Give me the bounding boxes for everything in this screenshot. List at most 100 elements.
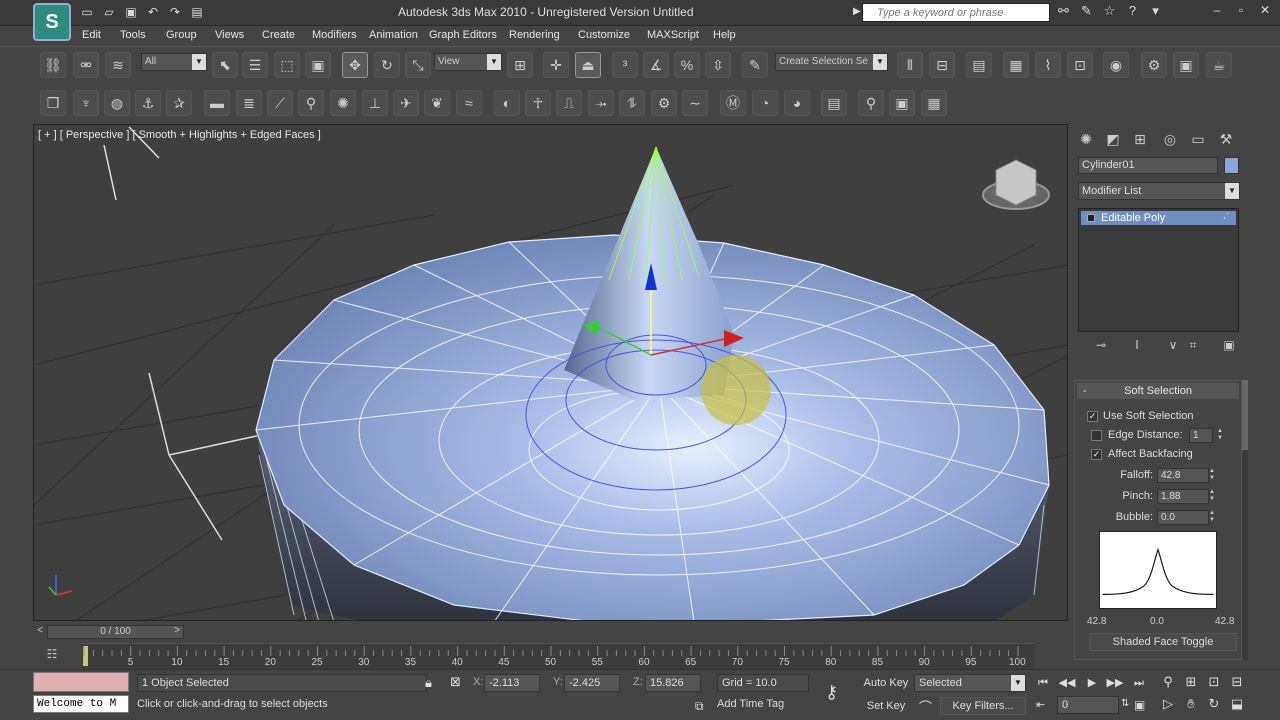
time-next-icon[interactable]: >	[170, 625, 184, 639]
keyboard-shortcut-override-icon[interactable]: ⏏	[575, 52, 601, 78]
redo-icon[interactable]: ↷	[166, 4, 184, 20]
reference-coordinate-dropdown[interactable]: View ▼	[434, 53, 502, 71]
point-point-icon[interactable]: ⤞	[588, 90, 614, 116]
bubble-field[interactable]: 0.0	[1157, 510, 1209, 525]
edge-distance-field[interactable]: 1	[1189, 428, 1213, 443]
property-editor-icon[interactable]: ▤	[821, 90, 847, 116]
zoom-all-icon[interactable]: ⊞	[1180, 672, 1202, 692]
object-color-swatch[interactable]	[1224, 157, 1239, 174]
y-coordinate-field[interactable]: -2.425	[564, 674, 620, 692]
falloff-field[interactable]: 42.8	[1157, 468, 1209, 483]
go-to-start-icon[interactable]: ⏮	[1033, 674, 1053, 692]
time-slider-thumb[interactable]: 0 / 100	[47, 625, 184, 639]
toy-car-icon[interactable]: ⊥	[362, 90, 388, 116]
softbody-collection-icon[interactable]: ◍	[104, 90, 130, 116]
edge-distance-spinner[interactable]: ▲ ▼	[1215, 428, 1225, 443]
select-by-name-icon[interactable]: ☰	[242, 52, 268, 78]
menu-views[interactable]: Views	[215, 29, 244, 41]
search-expand-icon[interactable]: ▶	[853, 6, 861, 17]
default-tangent-icon[interactable]: ⌒	[919, 697, 932, 716]
add-time-tag-button[interactable]: Add Time Tag	[717, 698, 784, 710]
hierarchy-tab-icon[interactable]: ⊞	[1128, 128, 1152, 150]
app-logo-button[interactable]: S	[33, 3, 71, 41]
selection-filter-dropdown[interactable]: All ▼	[141, 53, 207, 71]
binoculars-icon[interactable]: ⚯	[1054, 3, 1073, 21]
viewport-label[interactable]: [ + ] [ Perspective ] [ Smooth + Highlig…	[38, 129, 321, 141]
layer-manager-icon[interactable]: ▤	[966, 52, 992, 78]
dashpot-icon[interactable]: ⟋	[267, 90, 293, 116]
play-icon[interactable]: ▶	[1082, 674, 1102, 692]
motion-tab-icon[interactable]: ◎	[1158, 128, 1182, 150]
fracture-modifier-icon[interactable]: Ⓜ	[720, 90, 746, 116]
spring-icon[interactable]: ≣	[236, 90, 262, 116]
car-wheel-icon[interactable]: ⚙	[651, 90, 677, 116]
preview-animation-icon[interactable]: ◕	[784, 90, 810, 116]
point-path-icon[interactable]: ∼	[682, 90, 708, 116]
select-manipulate-icon[interactable]: ✛	[543, 52, 569, 78]
spinner-snap-icon[interactable]: ⇳	[705, 52, 731, 78]
key-mode-icon[interactable]: ⇤	[1036, 698, 1045, 711]
menu-rendering[interactable]: Rendering	[509, 29, 560, 41]
current-frame-field[interactable]: 0	[1057, 696, 1119, 714]
zoom-icon[interactable]: ⚲	[1157, 672, 1179, 692]
search-input[interactable]	[863, 4, 1049, 21]
scrollbar-thumb[interactable]	[1242, 380, 1248, 450]
close-icon[interactable]: ✕	[1256, 3, 1274, 19]
maxscript-listener-mini[interactable]	[33, 672, 129, 692]
rotate-icon[interactable]: ↻	[374, 52, 400, 78]
menu-create[interactable]: Create	[262, 29, 295, 41]
schematic-view-icon[interactable]: ⊡	[1067, 52, 1093, 78]
water-wave-icon[interactable]: ≈	[456, 90, 482, 116]
falloff-spinner[interactable]: ▲ ▼	[1207, 468, 1217, 483]
time-configuration-icon[interactable]: ▣	[1134, 698, 1145, 712]
menu-tools[interactable]: Tools	[120, 29, 146, 41]
dropdown-icon[interactable]: ▾	[1146, 3, 1165, 21]
render-setup-icon[interactable]: ⚙	[1141, 52, 1167, 78]
graphite-ribbon-icon[interactable]: ▦	[1003, 52, 1029, 78]
prismatic-icon[interactable]: ⥮	[619, 90, 645, 116]
rollout-header[interactable]: - Soft Selection	[1077, 383, 1239, 399]
minimize-icon[interactable]: –	[1208, 3, 1226, 19]
pan-icon[interactable]: ✋︎	[1180, 694, 1202, 714]
window-crossing-icon[interactable]: ▣	[305, 52, 331, 78]
named-selection-dropdown[interactable]: Create Selection Se ▼	[775, 53, 888, 71]
edit-named-selection-icon[interactable]: ✎	[742, 52, 768, 78]
curve-editor-mini-icon[interactable]: ☷	[42, 647, 62, 665]
new-icon[interactable]: ▭	[78, 4, 96, 20]
scale-icon[interactable]: ⤡	[405, 52, 431, 78]
key-filters-button[interactable]: Key Filters...	[940, 697, 1026, 715]
snaps-toggle-icon[interactable]: ³	[612, 52, 638, 78]
project-icon[interactable]: ▤	[188, 4, 206, 20]
shaded-face-toggle-button[interactable]: Shaded Face Toggle	[1089, 633, 1237, 651]
remove-modifier-icon[interactable]: ⌗	[1184, 338, 1202, 356]
command-panel-scrollbar[interactable]	[1242, 380, 1248, 660]
orbit-icon[interactable]: ↻	[1203, 694, 1225, 714]
create-animation-icon[interactable]: ▣	[889, 90, 915, 116]
auto-key-button[interactable]: Auto Key	[861, 674, 911, 692]
menu-group[interactable]: Group	[166, 29, 197, 41]
star-icon[interactable]: ☆	[1100, 3, 1119, 21]
menu-help[interactable]: Help	[713, 29, 736, 41]
key-selection-dropdown[interactable]: Selected ▼	[914, 674, 1026, 692]
open-icon[interactable]: ▱	[100, 4, 118, 20]
help-icon[interactable]: ?	[1123, 3, 1142, 21]
make-unique-icon[interactable]: ∨	[1164, 338, 1182, 356]
maximize-icon[interactable]: ▫	[1232, 3, 1250, 19]
plane-icon[interactable]: ▬	[204, 90, 230, 116]
maximize-viewport-icon[interactable]: ⬓	[1226, 694, 1248, 714]
previous-frame-icon[interactable]: ◀◀	[1057, 674, 1077, 692]
menu-animation[interactable]: Animation	[369, 29, 418, 41]
menu-graph-editors[interactable]: Graph Editors	[429, 29, 497, 41]
next-frame-icon[interactable]: ▶▶	[1105, 674, 1125, 692]
zoom-extents-all-icon[interactable]: ⊟	[1226, 672, 1248, 692]
bind-space-warp-icon[interactable]: ≋	[105, 52, 131, 78]
material-editor-icon[interactable]: ◉	[1103, 52, 1129, 78]
save-icon[interactable]: ▣	[122, 4, 140, 20]
menu-edit[interactable]: Edit	[82, 29, 101, 41]
absolute-mode-icon[interactable]: ⊠	[450, 674, 461, 690]
fracture-icon[interactable]: ✈	[393, 90, 419, 116]
bubble-spinner[interactable]: ▲ ▼	[1207, 510, 1217, 525]
rectangular-selection-icon[interactable]: ⬚	[274, 52, 300, 78]
display-tab-icon[interactable]: ▭	[1186, 128, 1210, 150]
z-coordinate-field[interactable]: 15.826	[645, 674, 701, 692]
